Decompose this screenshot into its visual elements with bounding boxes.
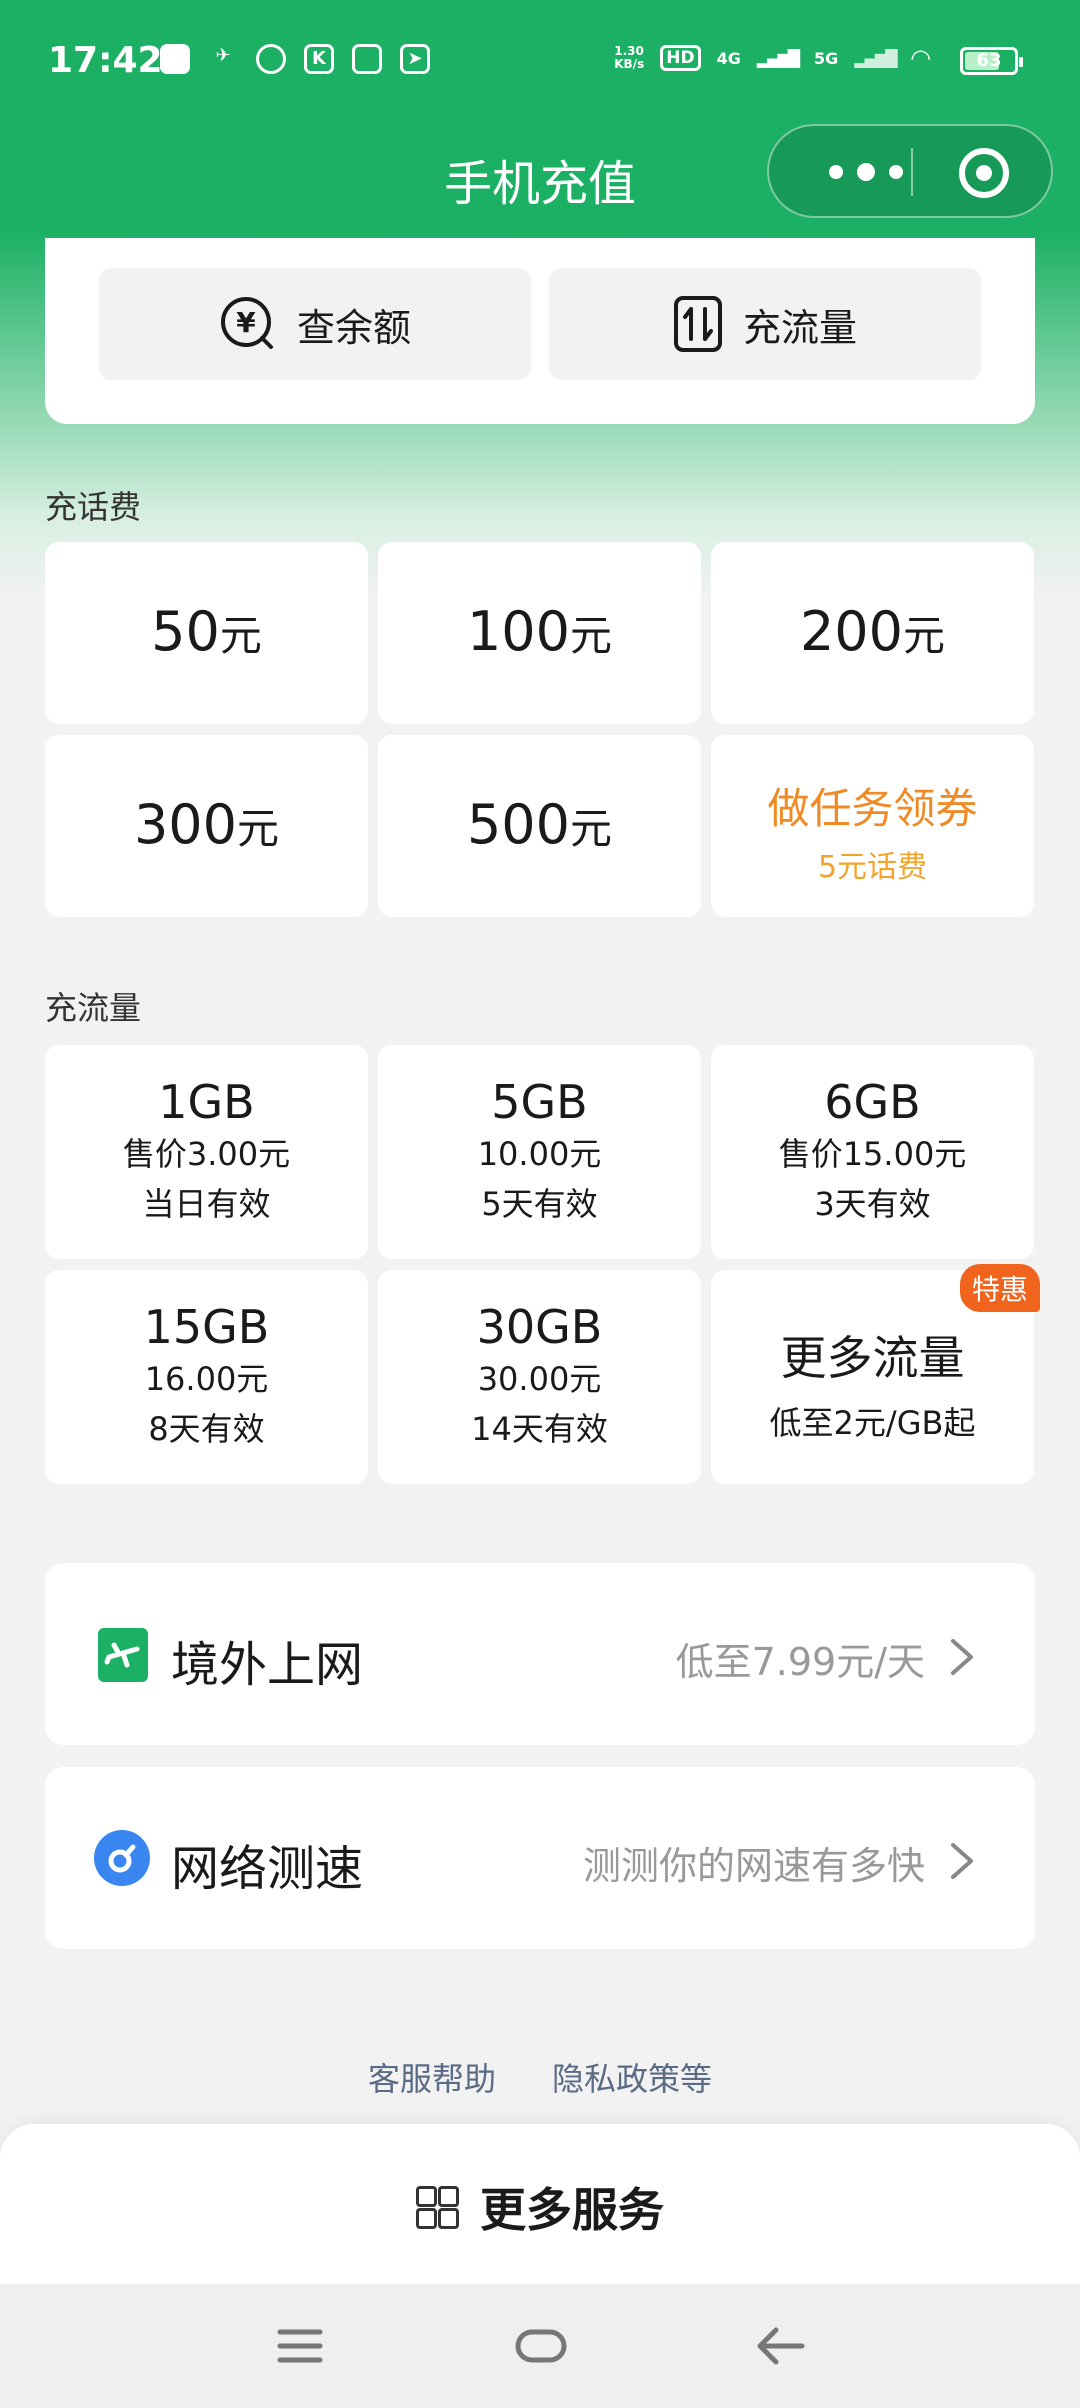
send-app-icon: ➤ (400, 44, 430, 74)
back-icon[interactable] (756, 2324, 806, 2368)
battery-icon: 63 (960, 47, 1023, 75)
data-option-6gb[interactable]: 6GB 售价15.00元 3天有效 (711, 1045, 1034, 1259)
net-speed-text: 1.30 KB/s (614, 44, 645, 71)
more-data-subtitle: 低至2元/GB起 (769, 1404, 976, 1442)
fee-unit: 元 (237, 804, 280, 853)
data-validity: 8天有效 (148, 1410, 265, 1448)
fee-section-label: 充话费 (45, 488, 142, 526)
status-indicators: 1.30 KB/s HD 4G ▂▄▆█ 5G ▂▄▆█ ◠ (614, 44, 930, 72)
data-price: 30.00元 (477, 1360, 602, 1398)
miniprogram-capsule (767, 124, 1053, 218)
data-option-15gb[interactable]: 15GB 16.00元 8天有效 (45, 1270, 368, 1484)
speed-test-icon (94, 1830, 150, 1886)
data-price: 16.00元 (144, 1360, 269, 1398)
signal-bars-icon-2: ▂▄▆█ (854, 48, 897, 68)
customer-service-link[interactable]: 客服帮助 (368, 2054, 496, 2100)
check-balance-label: 查余额 (296, 305, 411, 350)
special-offer-badge: 特惠 (959, 1264, 1040, 1312)
data-size: 15GB (143, 1300, 270, 1354)
data-price: 10.00元 (477, 1135, 602, 1173)
data-section-label: 充流量 (45, 989, 142, 1027)
privacy-policy-link[interactable]: 隐私政策等 (552, 2054, 712, 2100)
fee-amount: 500 (466, 793, 571, 856)
grid-icon (416, 2186, 459, 2229)
more-data-tile[interactable]: 特惠 更多流量 低至2元/GB起 (711, 1264, 1040, 1484)
data-size: 30GB (476, 1300, 603, 1354)
fee-unit: 元 (903, 611, 946, 660)
quick-actions-card: ¥ 查余额 充流量 (45, 238, 1035, 424)
data-option-30gb[interactable]: 30GB 30.00元 14天有效 (378, 1270, 701, 1484)
notification-icons: ✈ K ➤ (160, 44, 430, 74)
signal-5g-icon: 5G (814, 48, 839, 68)
menu-icon[interactable] (276, 2324, 324, 2368)
hd-icon: HD (660, 45, 701, 71)
more-services-label: 更多服务 (480, 2183, 664, 2237)
chevron-right-icon (951, 1843, 973, 1879)
chevron-right-icon (951, 1639, 973, 1675)
close-miniprogram-button[interactable] (959, 148, 1009, 198)
signal-bars-icon: ▂▄▆█ (756, 48, 800, 68)
roaming-data-card[interactable]: 境外上网 低至7.99元/天 (45, 1563, 1035, 1745)
wifi-icon: ◠ (911, 44, 930, 72)
speed-test-card[interactable]: 网络测速 测测你的网速有多快 (45, 1767, 1035, 1949)
more-menu-button[interactable] (811, 160, 921, 184)
fee-unit: 元 (570, 611, 613, 660)
recharge-data-button[interactable]: 充流量 (549, 268, 981, 380)
airplane-icon (98, 1628, 148, 1682)
app-icon-3 (352, 44, 382, 74)
fee-amount: 50 (151, 600, 220, 663)
data-price: 售价15.00元 (778, 1135, 967, 1173)
data-transfer-icon (673, 296, 722, 352)
fee-amount: 300 (133, 793, 238, 856)
more-services-button[interactable]: 更多服务 (0, 2174, 1080, 2240)
task-coupon-tile[interactable]: 做任务领券 5元话费 (711, 735, 1034, 917)
fee-option-100[interactable]: 100元 (378, 542, 701, 724)
task-coupon-title: 做任务领券 (767, 784, 978, 833)
svg-text:¥: ¥ (236, 306, 256, 339)
bottom-sheet: 更多服务 (0, 2124, 1080, 2284)
recharge-data-label: 充流量 (742, 305, 857, 350)
data-option-5gb[interactable]: 5GB 10.00元 5天有效 (378, 1045, 701, 1259)
signal-4g-icon: 4G (716, 48, 741, 68)
app-icon-2 (256, 44, 286, 74)
data-option-1gb[interactable]: 1GB 售价3.00元 当日有效 (45, 1045, 368, 1259)
fee-amount: 200 (799, 600, 904, 663)
app-icon-1: ✈ (215, 45, 231, 66)
footer-links: 客服帮助 隐私政策等 (0, 2054, 1080, 2100)
home-icon[interactable] (514, 2324, 568, 2368)
roaming-desc: 低至7.99元/天 (675, 1640, 925, 1684)
capsule-divider (911, 148, 913, 196)
speed-test-title: 网络测速 (171, 1841, 364, 1897)
fee-option-50[interactable]: 50元 (45, 542, 368, 724)
more-data-title: 更多流量 (780, 1331, 965, 1385)
fee-option-200[interactable]: 200元 (711, 542, 1034, 724)
yuan-search-icon: ¥ (220, 297, 273, 349)
fee-option-500[interactable]: 500元 (378, 735, 701, 917)
data-validity: 5天有效 (481, 1185, 598, 1223)
fee-option-300[interactable]: 300元 (45, 735, 368, 917)
status-time: 17:42 (48, 40, 163, 81)
data-validity: 14天有效 (471, 1410, 608, 1448)
roaming-title: 境外上网 (171, 1637, 364, 1693)
system-navigation-bar (0, 2284, 1080, 2408)
message-icon (160, 44, 190, 74)
fee-unit: 元 (219, 611, 262, 660)
fee-amount: 100 (466, 600, 571, 663)
data-size: 1GB (158, 1075, 255, 1129)
data-size: 5GB (491, 1075, 588, 1129)
status-bar: 17:42 ✈ K ➤ 1.30 KB/s HD 4G ▂▄▆█ 5G ▂▄▆█… (0, 0, 1080, 120)
task-coupon-subtitle: 5元话费 (817, 850, 928, 885)
data-price: 售价3.00元 (122, 1135, 291, 1173)
speed-test-desc: 测测你的网速有多快 (582, 1844, 925, 1888)
k-app-icon: K (304, 44, 334, 74)
data-validity: 当日有效 (142, 1185, 271, 1223)
battery-level: 63 (976, 50, 1002, 71)
check-balance-button[interactable]: ¥ 查余额 (99, 268, 531, 380)
fee-unit: 元 (570, 804, 613, 853)
data-validity: 3天有效 (814, 1185, 931, 1223)
data-size: 6GB (824, 1075, 921, 1129)
